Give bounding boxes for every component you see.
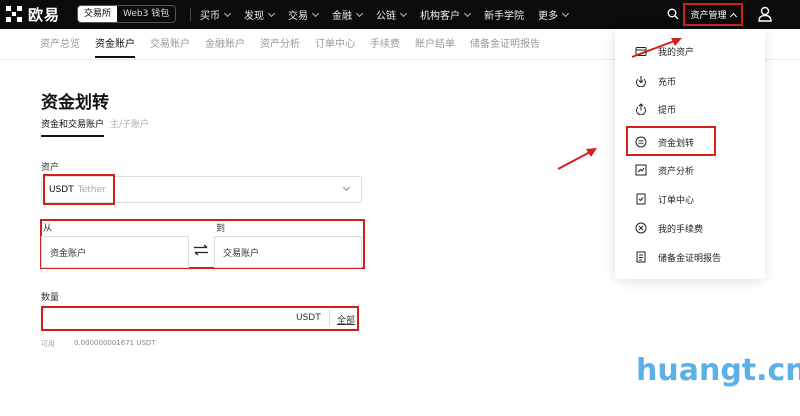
top-navigation-bar: 欧易 交易所 Web3 钱包 买币 发现 交易 金融 公链 机构客户 新手学院 … bbox=[0, 0, 800, 29]
chevron-down-icon bbox=[463, 9, 472, 17]
subnav-trading-account[interactable]: 交易账户 bbox=[150, 35, 190, 58]
coin-symbol: USDT bbox=[49, 184, 74, 195]
subnav-finance-account[interactable]: 金融账户 bbox=[205, 35, 245, 58]
exchange-tab[interactable]: 交易所 bbox=[78, 6, 118, 22]
menu-label: 买币 bbox=[200, 11, 220, 22]
chevron-up-icon bbox=[729, 12, 737, 20]
dropdown-item-reserve-report[interactable]: 储备金证明报告 bbox=[615, 247, 765, 267]
selected-coin[interactable]: USDT Tether bbox=[43, 174, 115, 205]
subnav-asset-analysis[interactable]: 资产分析 bbox=[260, 35, 300, 58]
fee-icon bbox=[635, 222, 647, 234]
amount-divider bbox=[329, 310, 330, 326]
menu-label: 机构客户 bbox=[420, 11, 460, 22]
menu-finance[interactable]: 金融 bbox=[332, 7, 364, 22]
chevron-down-icon bbox=[311, 9, 320, 17]
order-icon bbox=[636, 193, 646, 205]
chevron-down-icon bbox=[561, 9, 570, 17]
tab-funding-trading[interactable]: 资金和交易账户 bbox=[41, 117, 105, 137]
from-account-value: 资金账户 bbox=[50, 248, 87, 259]
withdraw-icon bbox=[636, 103, 646, 115]
platform-switcher: 交易所 Web3 钱包 bbox=[77, 5, 177, 23]
logo-mark-icon bbox=[6, 6, 22, 22]
subnav-reserve-report[interactable]: 储备金证明报告 bbox=[470, 35, 540, 58]
subnav-statements[interactable]: 账户结单 bbox=[415, 35, 455, 58]
dropdown-item-order-center[interactable]: 订单中心 bbox=[615, 189, 765, 209]
to-account-select[interactable]: 交易账户 bbox=[214, 236, 362, 268]
account-subnav: 资产总览 资金账户 交易账户 金融账户 资产分析 订单中心 手续费 账户结单 储… bbox=[40, 35, 555, 58]
analysis-icon bbox=[635, 164, 647, 176]
nav-divider bbox=[190, 8, 191, 21]
to-account-value: 交易账户 bbox=[223, 248, 260, 259]
asset-management-button[interactable]: 资产管理 bbox=[683, 3, 743, 26]
amount-unit: USDT bbox=[296, 313, 321, 323]
to-label: 到 bbox=[216, 224, 226, 234]
max-amount-button[interactable]: 全部 bbox=[337, 313, 355, 326]
menu-label: 金融 bbox=[332, 11, 352, 22]
subnav-order-center[interactable]: 订单中心 bbox=[315, 35, 355, 58]
chevron-down-icon bbox=[355, 9, 364, 17]
transfer-type-tabs: 资金和交易账户 主/子账户 bbox=[41, 117, 155, 137]
available-label: 可用 bbox=[41, 340, 55, 348]
dropdown-item-deposit[interactable]: 充币 bbox=[615, 71, 765, 91]
menu-label: 公链 bbox=[376, 11, 396, 22]
brand-name: 欧易 bbox=[28, 5, 61, 24]
coin-name: Tether bbox=[77, 184, 106, 195]
dropdown-item-my-fees[interactable]: 我的手续费 bbox=[615, 218, 765, 238]
subnav-fees[interactable]: 手续费 bbox=[370, 35, 400, 58]
web3-wallet-tab[interactable]: Web3 钱包 bbox=[117, 6, 175, 22]
dropdown-item-asset-analysis[interactable]: 资产分析 bbox=[615, 160, 765, 180]
subnav-funding-account[interactable]: 资金账户 bbox=[95, 35, 135, 58]
watermark: huangt.cn bbox=[636, 353, 800, 388]
available-balance: 0.000000001671 USDT bbox=[74, 339, 156, 347]
menu-chain[interactable]: 公链 bbox=[376, 7, 408, 22]
chevron-down-icon bbox=[267, 9, 276, 17]
chevron-down-icon bbox=[399, 9, 408, 17]
okx-logo[interactable]: 欧易 bbox=[6, 5, 61, 24]
page-title: 资金划转 bbox=[41, 93, 109, 113]
search-icon[interactable] bbox=[667, 8, 679, 20]
subnav-overview[interactable]: 资产总览 bbox=[40, 35, 80, 58]
asset-management-label: 资产管理 bbox=[690, 11, 727, 21]
menu-buy-crypto[interactable]: 买币 bbox=[200, 7, 232, 22]
main-menu: 买币 发现 交易 金融 公链 机构客户 新手学院 更多 bbox=[200, 0, 582, 29]
swap-icon[interactable] bbox=[193, 244, 209, 256]
annotation-arrow-icon bbox=[631, 38, 682, 58]
amount-label: 数量 bbox=[41, 293, 60, 303]
dropdown-item-label: 资产分析 bbox=[658, 166, 695, 177]
dropdown-item-label: 提币 bbox=[658, 105, 677, 116]
transfer-highlight bbox=[626, 126, 716, 156]
asset-label: 资产 bbox=[41, 163, 60, 173]
dropdown-item-label: 储备金证明报告 bbox=[658, 253, 722, 264]
menu-label: 交易 bbox=[288, 11, 308, 22]
chevron-down-icon bbox=[223, 9, 232, 17]
menu-trade[interactable]: 交易 bbox=[288, 7, 320, 22]
menu-label: 发现 bbox=[244, 11, 264, 22]
menu-more[interactable]: 更多 bbox=[538, 7, 570, 22]
from-label: 从 bbox=[43, 224, 53, 234]
report-icon bbox=[636, 251, 646, 263]
menu-label: 新手学院 bbox=[484, 11, 524, 22]
annotation-arrow-icon bbox=[557, 148, 597, 170]
dropdown-item-withdraw[interactable]: 提币 bbox=[615, 99, 765, 119]
dropdown-item-label: 充币 bbox=[658, 77, 677, 88]
deposit-icon bbox=[636, 76, 646, 87]
menu-label: 更多 bbox=[538, 11, 558, 22]
menu-academy[interactable]: 新手学院 bbox=[484, 7, 524, 22]
from-account-select[interactable]: 资金账户 bbox=[41, 236, 189, 268]
tab-main-sub[interactable]: 主/子账户 bbox=[110, 117, 149, 137]
menu-institutional[interactable]: 机构客户 bbox=[420, 7, 472, 22]
dropdown-item-label: 我的手续费 bbox=[658, 224, 704, 235]
user-icon[interactable] bbox=[758, 6, 772, 22]
menu-discover[interactable]: 发现 bbox=[244, 7, 276, 22]
dropdown-item-label: 订单中心 bbox=[658, 195, 695, 206]
